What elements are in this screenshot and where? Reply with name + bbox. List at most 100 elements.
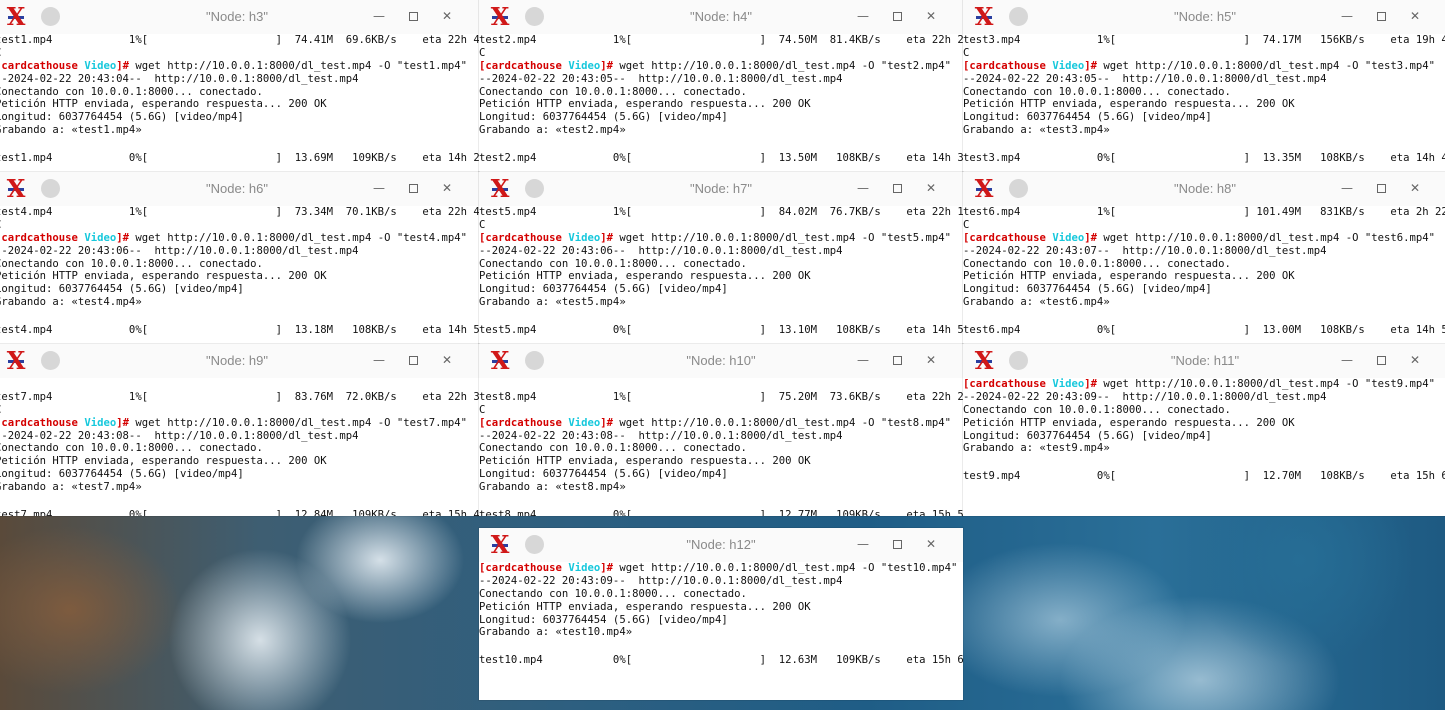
window-titlebar[interactable]: X "Node: h9" — ✕: [0, 344, 479, 378]
minimize-icon[interactable]: —: [855, 536, 871, 552]
line-text: C: [479, 218, 486, 231]
line-text: test5.mp4 1%[ ] 84.02M 76.7KB/s eta 22h …: [479, 206, 963, 218]
terminal-output[interactable]: test7.mp4 1%[ ] 83.76M 72.0KB/s eta 22h …: [0, 378, 479, 516]
prompt-directory: Video: [84, 416, 117, 429]
xterm-x-icon[interactable]: X: [5, 177, 27, 201]
close-icon[interactable]: ✕: [1407, 180, 1423, 196]
xterm-x-icon[interactable]: X: [973, 5, 995, 29]
minimize-icon[interactable]: —: [1339, 180, 1355, 196]
xterm-x-icon[interactable]: X: [5, 5, 27, 29]
terminal-window[interactable]: X "Node: h12" — ✕ [cardcathouse Video]# wget…: [479, 528, 963, 700]
terminal-window[interactable]: X "Node: h4" — ✕ test2.mp4 1%[ ] 74.50M 81.4…: [479, 0, 963, 172]
terminal-window[interactable]: X "Node: h3" — ✕ test1.mp4 1%[ ] 74.41M 69.6…: [0, 0, 479, 172]
minimize-icon[interactable]: —: [855, 352, 871, 368]
terminal-window[interactable]: X "Node: h7" — ✕ test5.mp4 1%[ ] 84.02M 76.7…: [479, 172, 963, 344]
terminal-output[interactable]: test8.mp4 1%[ ] 75.20M 73.6KB/s eta 22h …: [479, 378, 963, 516]
line-text: Longitud: 6037764454 (5.6G) [video/mp4]: [0, 283, 244, 296]
terminal-line: [cardcathouse Video]# wget http://10.0.0…: [479, 417, 963, 430]
maximize-icon[interactable]: [1373, 352, 1389, 368]
line-text: Petición HTTP enviada, esperando respues…: [479, 98, 811, 111]
maximize-icon[interactable]: [889, 536, 905, 552]
xterm-x-icon[interactable]: X: [973, 349, 995, 373]
window-titlebar[interactable]: X "Node: h12" — ✕: [479, 528, 963, 562]
terminal-line: Longitud: 6037764454 (5.6G) [video/mp4]: [479, 111, 963, 124]
maximize-icon[interactable]: [1373, 180, 1389, 196]
close-icon[interactable]: ✕: [923, 8, 939, 24]
terminal-output[interactable]: test3.mp4 1%[ ] 74.17M 156KB/s eta 19h 4…: [963, 34, 1445, 172]
window-titlebar[interactable]: X "Node: h3" — ✕: [0, 0, 479, 34]
terminal-output[interactable]: [cardcathouse Video]# wget http://10.0.0…: [963, 378, 1445, 516]
maximize-icon[interactable]: [405, 180, 421, 196]
terminal-line: --2024-02-22 20:43:05-- http://10.0.0.1:…: [479, 73, 963, 86]
terminal-line: [cardcathouse Video]# wget http://10.0.0…: [963, 232, 1445, 245]
terminal-line: test8.mp4 1%[ ] 75.20M 73.6KB/s eta 22h …: [479, 391, 963, 404]
terminal-line: test3.mp4 0%[ ] 13.35M 108KB/s eta 14h 4…: [963, 150, 1445, 164]
terminal-window[interactable]: X "Node: h6" — ✕ test4.mp4 1%[ ] 73.34M 70.1…: [0, 172, 479, 344]
terminal-line: Grabando a: «test4.mp4»: [0, 296, 479, 309]
terminal-output[interactable]: test1.mp4 1%[ ] 74.41M 69.6KB/s eta 22h …: [0, 34, 479, 172]
xterm-x-icon[interactable]: X: [973, 177, 995, 201]
terminal-output[interactable]: test2.mp4 1%[ ] 74.50M 81.4KB/s eta 22h …: [479, 34, 963, 172]
maximize-icon[interactable]: [889, 8, 905, 24]
line-text: Petición HTTP enviada, esperando respues…: [0, 270, 327, 283]
terminal-line: Petición HTTP enviada, esperando respues…: [963, 270, 1445, 283]
close-icon[interactable]: ✕: [1407, 8, 1423, 24]
window-titlebar[interactable]: X "Node: h7" — ✕: [479, 172, 963, 206]
close-icon[interactable]: ✕: [439, 180, 455, 196]
terminal-output[interactable]: test5.mp4 1%[ ] 84.02M 76.7KB/s eta 22h …: [479, 206, 963, 344]
minimize-icon[interactable]: —: [1339, 352, 1355, 368]
minimize-icon[interactable]: —: [371, 352, 387, 368]
xterm-x-icon[interactable]: X: [489, 177, 511, 201]
terminal-line: Conectando con 10.0.0.1:8000... conectad…: [479, 86, 963, 99]
maximize-icon[interactable]: [1373, 8, 1389, 24]
minimize-icon[interactable]: —: [855, 8, 871, 24]
minimize-icon[interactable]: —: [1339, 8, 1355, 24]
window-titlebar[interactable]: X "Node: h5" — ✕: [963, 0, 1445, 34]
maximize-icon[interactable]: [405, 8, 421, 24]
terminal-window[interactable]: X "Node: h11" — ✕ [cardcathouse Video]# wget…: [963, 344, 1445, 516]
xterm-x-icon-glyph: X: [6, 346, 26, 375]
xterm-x-icon[interactable]: X: [5, 349, 27, 373]
maximize-icon[interactable]: [889, 352, 905, 368]
terminal-output[interactable]: [cardcathouse Video]# wget http://10.0.0…: [479, 562, 963, 700]
window-titlebar[interactable]: X "Node: h8" — ✕: [963, 172, 1445, 206]
window-titlebar[interactable]: X "Node: h6" — ✕: [0, 172, 479, 206]
line-text: Petición HTTP enviada, esperando respues…: [963, 98, 1295, 111]
maximize-icon[interactable]: [405, 352, 421, 368]
terminal-output[interactable]: test6.mp4 1%[ ] 101.49M 831KB/s eta 2h 2…: [963, 206, 1445, 344]
prompt-user-host: cardcathouse: [485, 562, 562, 574]
terminal-window[interactable]: X "Node: h8" — ✕ test6.mp4 1%[ ] 101.49M 831…: [963, 172, 1445, 344]
xterm-x-icon[interactable]: X: [489, 5, 511, 29]
window-titlebar[interactable]: X "Node: h4" — ✕: [479, 0, 963, 34]
prompt-user-host: cardcathouse: [485, 231, 562, 244]
close-icon[interactable]: ✕: [923, 536, 939, 552]
minimize-icon[interactable]: —: [855, 180, 871, 196]
close-icon[interactable]: ✕: [923, 352, 939, 368]
window-titlebar[interactable]: X "Node: h10" — ✕: [479, 344, 963, 378]
terminal-window[interactable]: X "Node: h5" — ✕ test3.mp4 1%[ ] 74.17M 156K…: [963, 0, 1445, 172]
close-icon[interactable]: ✕: [1407, 352, 1423, 368]
close-icon[interactable]: ✕: [439, 8, 455, 24]
line-text: test9.mp4 0%[ ] 12.70M 108KB/s eta 15h 6…: [963, 470, 1445, 483]
xterm-x-icon[interactable]: X: [489, 349, 511, 373]
xterm-x-icon-glyph: X: [6, 174, 26, 203]
close-icon[interactable]: ✕: [439, 352, 455, 368]
line-text: Conectando con 10.0.0.1:8000... conectad…: [963, 85, 1231, 98]
xterm-x-icon-glyph: X: [6, 2, 26, 31]
terminal-window[interactable]: X "Node: h9" — ✕ test7.mp4 1%[ ] 83.76M 72.0…: [0, 344, 479, 516]
terminal-window[interactable]: X "Node: h10" — ✕ test8.mp4 1%[ ] 75.20M 73.…: [479, 344, 963, 516]
maximize-icon[interactable]: [889, 180, 905, 196]
window-titlebar[interactable]: X "Node: h11" — ✕: [963, 344, 1445, 378]
minimize-icon[interactable]: —: [371, 180, 387, 196]
prompt-symbol: ]#: [116, 231, 129, 244]
terminal-output[interactable]: test4.mp4 1%[ ] 73.34M 70.1KB/s eta 22h …: [0, 206, 479, 344]
line-text: Petición HTTP enviada, esperando respues…: [963, 270, 1295, 283]
command-text: wget http://10.0.0.1:8000/dl_test.mp4 -O…: [612, 59, 952, 72]
minimize-icon[interactable]: —: [371, 8, 387, 24]
xterm-x-icon[interactable]: X: [489, 533, 511, 557]
prompt-directory: Video: [1052, 378, 1085, 390]
close-icon[interactable]: ✕: [923, 180, 939, 196]
line-text: Grabando a: «test9.mp4»: [963, 442, 1110, 455]
